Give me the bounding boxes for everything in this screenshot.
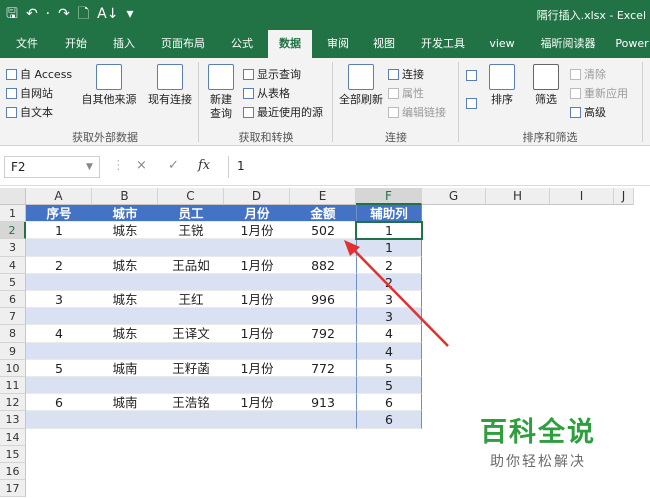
watermark: 百科全说 助你轻松解决 [480,410,596,471]
watermark-title: 百科全说 [480,417,596,448]
watermark-subtitle: 助你轻松解决 [490,454,586,470]
